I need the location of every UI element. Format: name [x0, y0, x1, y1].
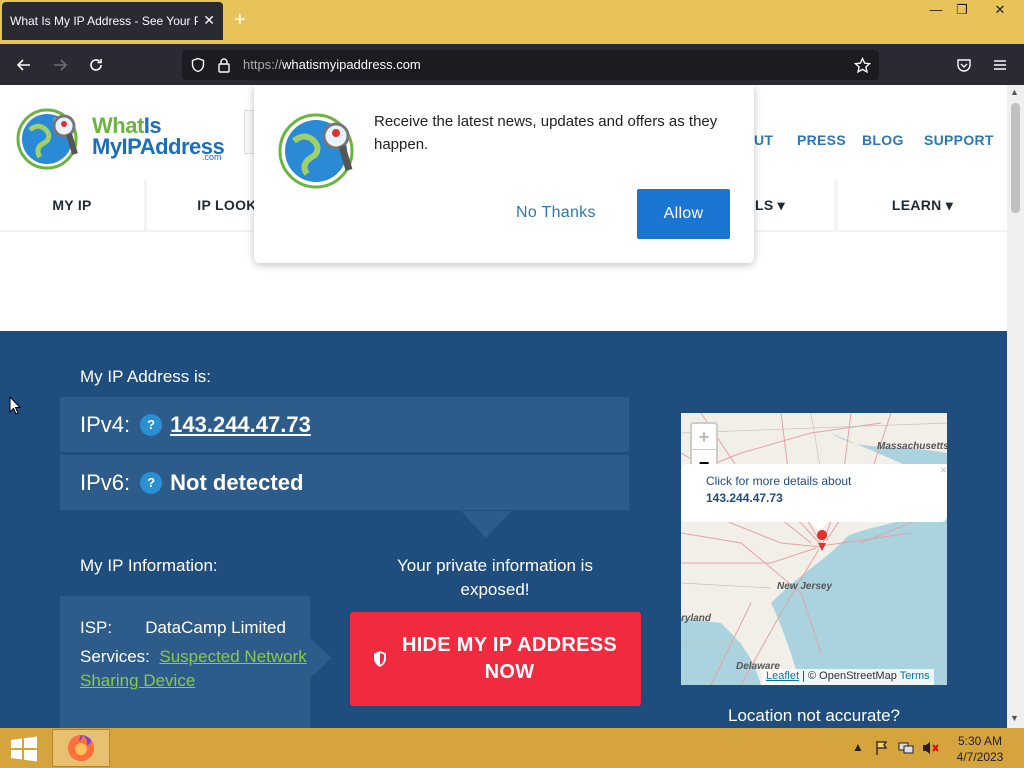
services-label: Services:: [80, 647, 150, 666]
nav-my-ip[interactable]: MY IP: [0, 180, 144, 230]
pocket-icon: [957, 59, 971, 72]
logo-dotcom: .com: [202, 152, 222, 162]
site-logo-text[interactable]: WhatIs MyIPAddress: [92, 115, 225, 158]
ipv4-row: IPv4: ? 143.244.47.73: [60, 397, 629, 452]
map-label-maryland: ryland: [681, 613, 712, 624]
scroll-thumb[interactable]: [1011, 103, 1020, 213]
notification-prompt: Receive the latest news, updates and off…: [254, 85, 754, 263]
forward-arrow-icon: [54, 59, 68, 71]
ipv6-label: IPv6:: [80, 469, 131, 495]
reload-icon: [90, 59, 102, 71]
location-map[interactable]: Massachusetts New Jersey ryland Delaware: [681, 413, 947, 685]
network-icon[interactable]: [898, 740, 914, 756]
toplink-support[interactable]: SUPPORT: [924, 132, 994, 148]
isp-label: ISP:: [80, 618, 113, 637]
toplink-press[interactable]: PRESS: [797, 132, 846, 148]
hide-ip-button[interactable]: HIDE MY IP ADDRESS NOW: [350, 612, 641, 706]
isp-value: DataCamp Limited: [145, 618, 286, 637]
url-host: whatismyipaddress.com: [282, 57, 421, 72]
clock-time: 5:30 AM: [957, 734, 1003, 748]
tab-close-icon[interactable]: ✕: [203, 13, 215, 27]
exposed-warning: Your private information is exposed!: [397, 556, 593, 599]
attribution-text: | © OpenStreetMap: [799, 670, 900, 682]
firefox-icon: [68, 735, 94, 761]
back-button[interactable]: [11, 52, 37, 78]
ip-hero-section: My IP Address is: IPv4: ? 143.244.47.73 …: [0, 331, 1007, 728]
taskbar-clock[interactable]: 5:30 AM 4/7/2023: [950, 733, 1010, 765]
url-protocol: https://: [243, 57, 283, 72]
popup-tip: [809, 521, 829, 531]
tray-expand-icon[interactable]: ▲: [852, 740, 864, 754]
leaflet-link[interactable]: Leaflet: [766, 670, 799, 682]
lock-icon[interactable]: [217, 57, 231, 73]
nav-toolbar: https://whatismyipaddress.com: [0, 44, 1024, 85]
globe-logo-icon[interactable]: [16, 105, 82, 171]
action-center-flag-icon[interactable]: [874, 740, 890, 756]
info-arrow: [310, 638, 332, 678]
zoom-in-button[interactable]: +: [692, 424, 716, 450]
help-icon[interactable]: ?: [140, 413, 163, 436]
volume-muted-icon[interactable]: [922, 740, 940, 756]
map-label-new-jersey: New Jersey: [777, 581, 833, 592]
mouse-cursor-icon: [9, 396, 21, 415]
title-bar: What Is My IP Address - See Your Pu ✕ + …: [0, 0, 1024, 44]
notification-message: Receive the latest news, updates and off…: [374, 113, 718, 153]
map-label-massachusetts: Massachusetts: [877, 441, 947, 452]
hide-ip-label: HIDE MY IP ADDRESS NOW: [401, 634, 618, 683]
scroll-down-icon[interactable]: ▼: [1010, 713, 1019, 723]
browser-tab[interactable]: What Is My IP Address - See Your Pu ✕: [2, 2, 223, 40]
map-tiles: [681, 413, 947, 685]
taskbar-firefox-button[interactable]: [52, 729, 110, 767]
reload-button[interactable]: [83, 52, 109, 78]
map-popup[interactable]: Click for more details about 143.244.47.…: [681, 464, 947, 522]
isp-line: ISP: DataCamp Limited: [80, 616, 310, 640]
ipv4-value[interactable]: 143.244.47.73: [170, 412, 311, 438]
allow-button[interactable]: Allow: [637, 189, 730, 239]
new-tab-button[interactable]: +: [234, 10, 246, 30]
toplink-blog[interactable]: BLOG: [862, 132, 904, 148]
menu-button[interactable]: [987, 52, 1013, 78]
forward-button[interactable]: [47, 52, 73, 78]
windows-start-icon[interactable]: [9, 736, 39, 762]
ipv6-value: Not detected: [170, 469, 304, 495]
shield-icon[interactable]: [190, 57, 206, 73]
restore-button[interactable]: ❐: [947, 0, 977, 22]
popup-text: Click for more details about: [706, 474, 852, 488]
location-not-accurate[interactable]: Location not accurate?: [681, 706, 947, 726]
taskbar: ▲ 5:30 AM 4/7/2023: [0, 728, 1024, 768]
map-attribution: Leaflet | © OpenStreetMap Terms: [762, 669, 934, 685]
pointer-triangle: [461, 511, 511, 538]
my-ip-label: My IP Address is:: [80, 367, 212, 386]
back-arrow-icon: [16, 59, 30, 71]
help-icon[interactable]: ?: [140, 471, 163, 494]
globe-logo-icon: [278, 113, 354, 189]
tab-title: What Is My IP Address - See Your Pu: [10, 14, 198, 28]
url-text[interactable]: https://whatismyipaddress.com: [243, 57, 421, 72]
pocket-button[interactable]: [951, 52, 977, 78]
hamburger-menu-icon: [994, 60, 1006, 70]
ip-info-label: My IP Information:: [80, 556, 218, 575]
services-line: Services: Suspected Network Sharing Devi…: [80, 645, 310, 693]
toplink-about[interactable]: UT: [754, 132, 773, 148]
ipv4-label: IPv4:: [80, 411, 131, 437]
nav-learn[interactable]: LEARN ▾: [838, 180, 1007, 230]
star-icon[interactable]: [854, 57, 871, 74]
ipv6-row: IPv6: ? Not detected: [60, 455, 629, 510]
shield-icon: [373, 651, 386, 667]
terms-link[interactable]: Terms: [900, 670, 930, 682]
page-scrollbar[interactable]: ▲ ▼: [1007, 85, 1024, 728]
scroll-up-icon[interactable]: ▲: [1010, 87, 1019, 97]
popup-ip[interactable]: 143.244.47.73: [706, 491, 947, 505]
url-bar[interactable]: https://whatismyipaddress.com: [182, 50, 879, 80]
no-thanks-button[interactable]: No Thanks: [516, 204, 596, 222]
ip-info-box: ISP: DataCamp Limited Services: Suspecte…: [60, 596, 310, 728]
clock-date: 4/7/2023: [956, 750, 1004, 764]
popup-close-icon[interactable]: ×: [940, 463, 947, 477]
close-window-button[interactable]: ✕: [985, 0, 1015, 22]
